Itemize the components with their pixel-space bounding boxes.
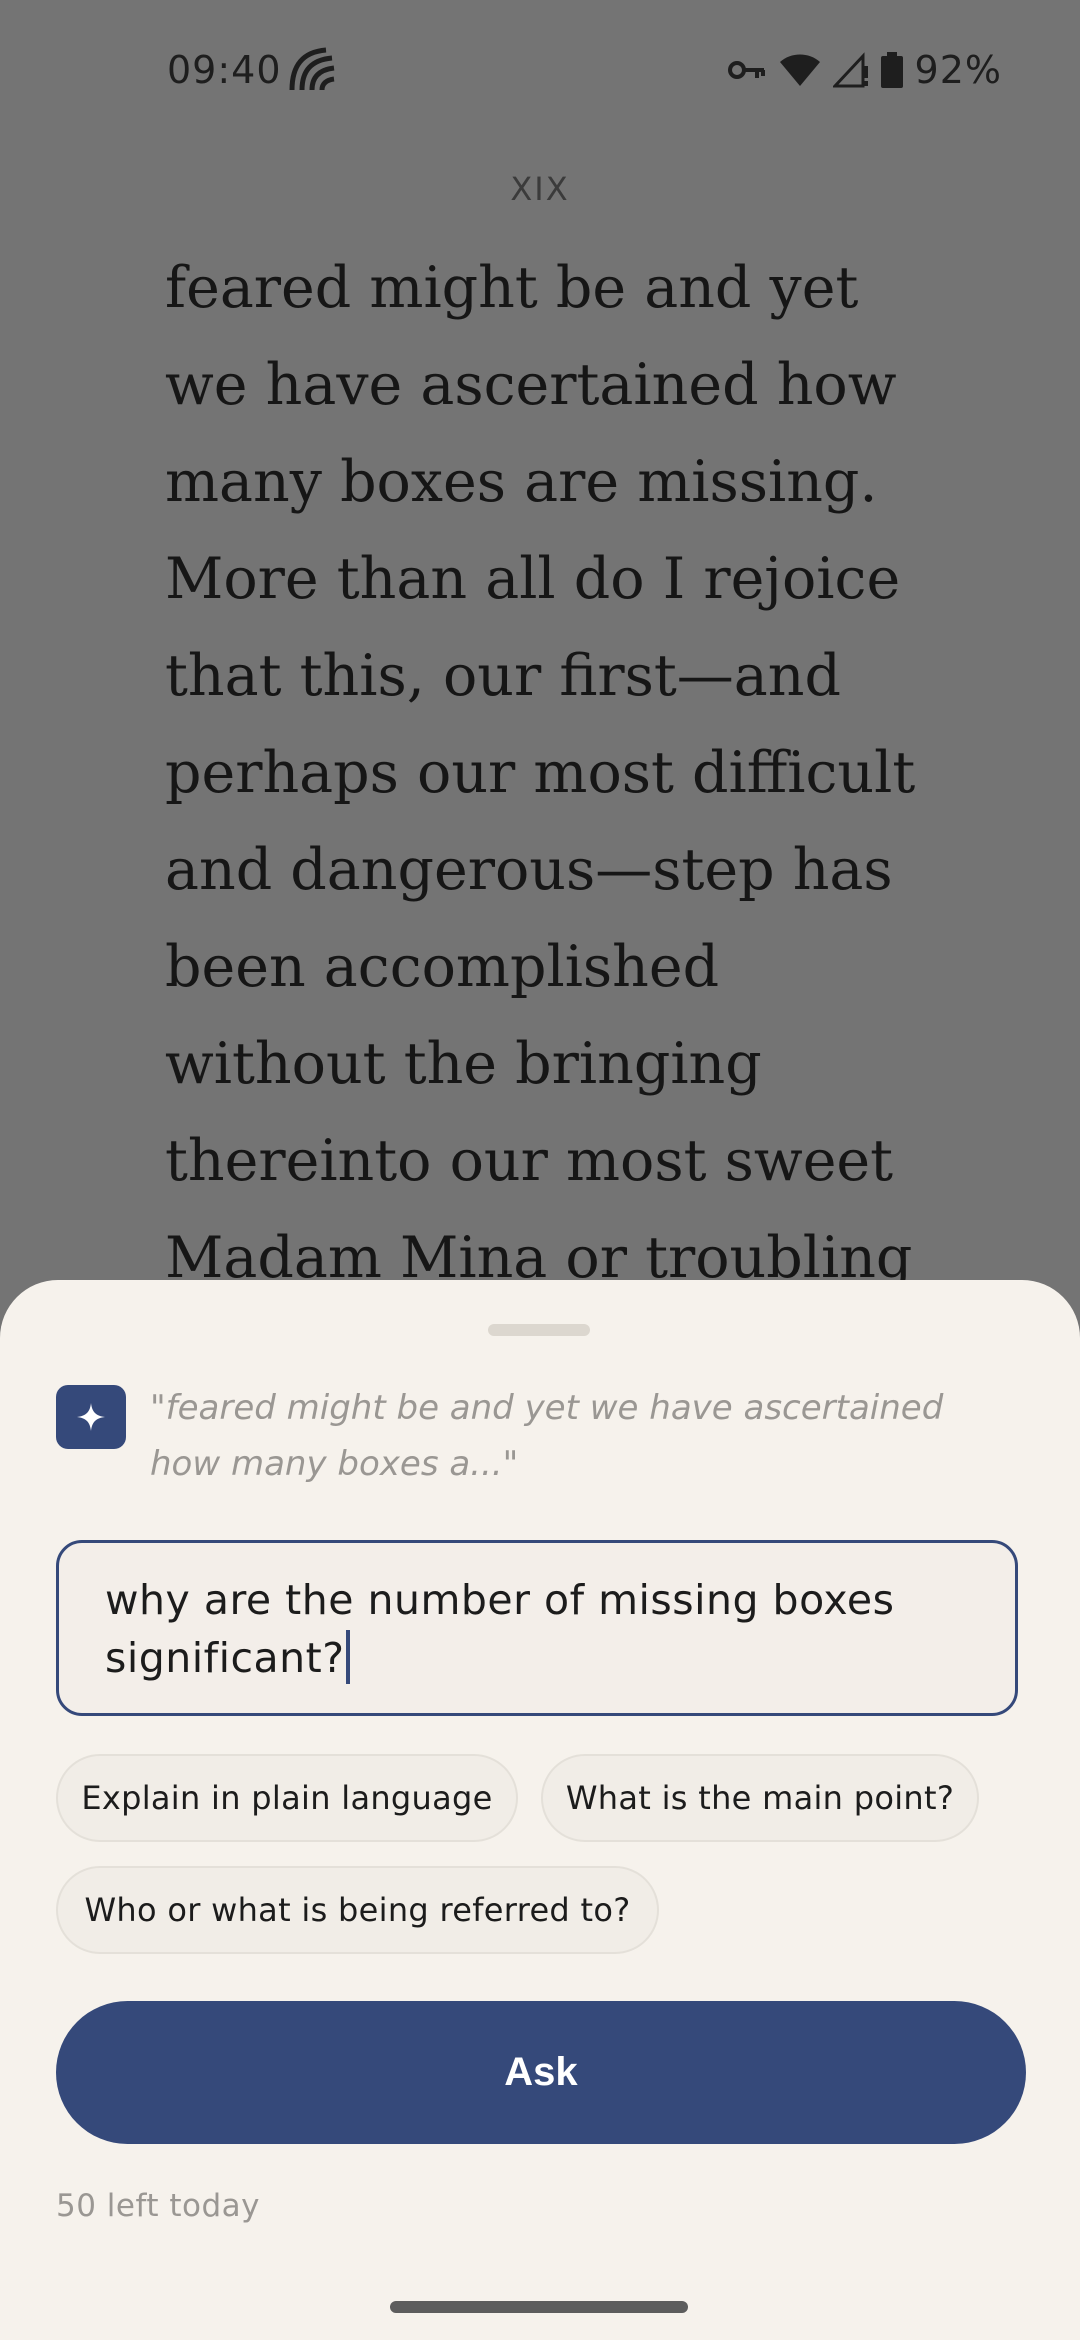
text-line: perhaps our most difficult [165, 740, 916, 806]
sparkle-icon [56, 1385, 126, 1449]
question-text[interactable]: why are the number of missing boxes sign… [105, 1571, 965, 1687]
suggestion-chip-main-point[interactable]: What is the main point? [541, 1754, 979, 1842]
text-line: feared might be and yet [165, 255, 859, 321]
text-cursor [346, 1630, 351, 1684]
quote-line: "feared might be and yet we have ascerta… [150, 1388, 944, 1428]
suggestion-chip-referred-to[interactable]: Who or what is being referred to? [56, 1866, 659, 1954]
battery-percentage: 92% [914, 48, 1002, 92]
question-line: why are the number of missing boxes [105, 1576, 895, 1624]
wifi-icon [779, 54, 820, 86]
chapter-heading: XIX [510, 170, 570, 208]
text-line: and dangerous—step has [165, 837, 893, 903]
sheet-drag-handle[interactable] [488, 1324, 590, 1336]
app-notification-icon [289, 47, 335, 91]
book-text: feared might be and yet we have ascertai… [165, 240, 965, 1307]
question-line-text: significant? [105, 1634, 345, 1682]
suggestion-chip-plain-language[interactable]: Explain in plain language [56, 1754, 518, 1842]
question-line-last: significant? [105, 1629, 965, 1687]
vpn-key-icon [727, 61, 765, 79]
text-line: many boxes are missing. [165, 449, 878, 515]
status-icons: 92% [727, 46, 1002, 94]
quote-text: "feared might be and yet we have ascerta… [150, 1380, 1030, 1492]
battery-icon [880, 52, 903, 88]
home-indicator[interactable] [390, 2301, 688, 2313]
text-line: we have ascertained how [165, 352, 897, 418]
status-bar: 09:40 92% [0, 0, 1080, 140]
ask-button[interactable]: Ask [56, 2001, 1026, 2144]
quote-line: how many boxes a..." [150, 1444, 519, 1484]
text-line: thereinto our most sweet [165, 1128, 894, 1194]
text-line: that this, our first—and [165, 643, 841, 709]
text-line: without the bringing [165, 1031, 762, 1097]
ask-bottom-sheet: "feared might be and yet we have ascerta… [0, 1280, 1080, 2340]
question-input[interactable]: why are the number of missing boxes sign… [56, 1540, 1018, 1716]
status-time: 09:40 [167, 48, 282, 92]
text-line: More than all do I rejoice [165, 546, 901, 612]
daily-quota: 50 left today [56, 2188, 261, 2224]
cellular-signal-icon [832, 52, 868, 88]
text-line: been accomplished [165, 934, 720, 1000]
